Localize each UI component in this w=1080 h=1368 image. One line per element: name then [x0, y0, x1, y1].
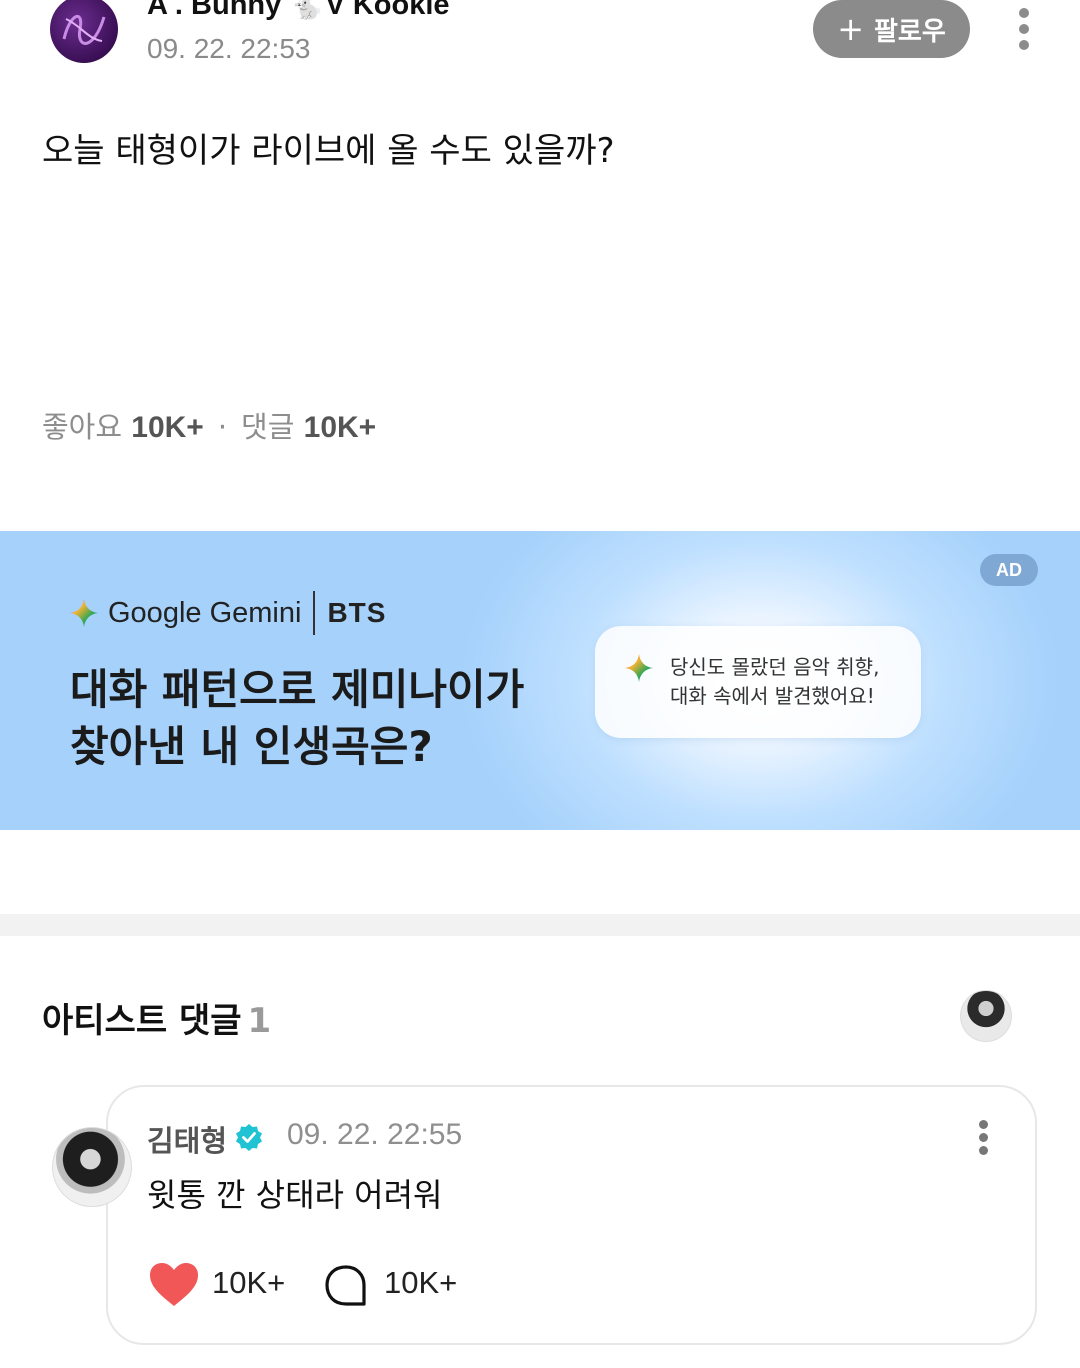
comment-timestamp: 09. 22. 22:55	[287, 1118, 463, 1151]
follow-button[interactable]: + 팔로우	[813, 0, 970, 58]
ad-bubble-line1: 당신도 몰랐던 음악 취향,	[670, 655, 880, 679]
comment-more-options-icon[interactable]	[972, 1118, 996, 1158]
comments-count[interactable]: 10K+	[304, 411, 377, 445]
brand-divider	[313, 591, 316, 635]
section-divider	[0, 914, 1080, 936]
likes-count: 10K+	[131, 411, 204, 444]
post-timestamp: 09. 22. 22:53	[147, 33, 311, 64]
speech-bubble-icon[interactable]	[323, 1263, 369, 1309]
author-name[interactable]: A . Bunny 🐇V Kookie	[147, 0, 450, 22]
artist-comments-title: 아티스트 댓글 1	[42, 993, 271, 1042]
artist-avatar-small[interactable]	[960, 990, 1012, 1042]
follow-label: 팔로우	[874, 16, 946, 47]
comments-label[interactable]: 댓글	[241, 404, 294, 446]
gemini-sparkle-icon	[625, 654, 653, 682]
ad-headline-line2: 찾아낸 내 인생곡은?	[70, 722, 433, 771]
more-options-icon[interactable]	[1010, 8, 1040, 52]
ad-bubble-line2: 대화 속에서 발견했어요!	[670, 684, 875, 708]
author-logo-icon	[62, 15, 106, 45]
ad-partner: BTS	[327, 597, 387, 628]
ad-brand-name: Google Gemini	[108, 596, 302, 629]
comment-reply-count[interactable]: 10K+	[384, 1265, 457, 1301]
heart-icon[interactable]	[149, 1262, 199, 1308]
commenter-avatar[interactable]	[52, 1127, 132, 1207]
comment-body: 윗통 깐 상태라 어려워	[147, 1176, 443, 1214]
ad-badge: AD	[980, 554, 1038, 586]
likes-label: 좋아요	[42, 410, 123, 444]
post-stats: 좋아요 10K+ · 댓글 10K+	[42, 404, 376, 446]
post-body: 오늘 태형이가 라이브에 올 수도 있을까?	[42, 131, 615, 171]
artist-comments-count: 1	[247, 1001, 272, 1041]
ad-headline: 대화 패턴으로 제미나이가 찾아낸 내 인생곡은?	[70, 661, 524, 775]
commenter-name[interactable]: 김태형	[147, 1118, 227, 1160]
ad-banner[interactable]: AD Google Gemini BTS 대화 패턴으로 제미나이가 찾아낸 내…	[0, 531, 1080, 830]
comment-like-count[interactable]: 10K+	[212, 1265, 285, 1301]
gemini-sparkle-icon	[70, 599, 98, 627]
ad-chat-bubble: 당신도 몰랐던 음악 취향, 대화 속에서 발견했어요!	[595, 626, 921, 738]
ad-headline-line1: 대화 패턴으로 제미나이가	[70, 665, 525, 714]
verified-badge-icon	[236, 1124, 262, 1151]
stats-separator: ·	[217, 410, 228, 444]
artist-comments-label: 아티스트 댓글	[42, 1001, 242, 1041]
plus-icon: +	[837, 10, 865, 48]
author-avatar[interactable]	[50, 0, 118, 63]
ad-brand: Google Gemini BTS	[70, 591, 386, 635]
